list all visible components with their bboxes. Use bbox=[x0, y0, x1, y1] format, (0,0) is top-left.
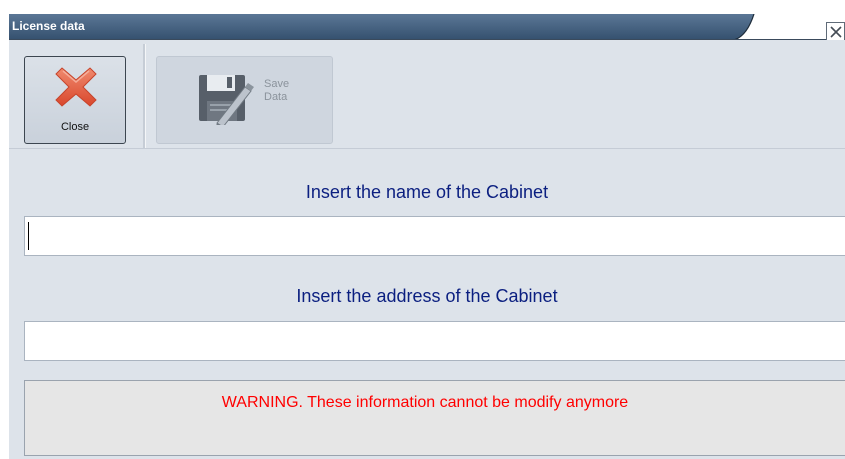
window-title: License data bbox=[12, 19, 85, 33]
cabinet-name-heading: Insert the name of the Cabinet bbox=[305, 182, 549, 202]
cabinet-address-heading: Insert the address of the Cabinet bbox=[296, 286, 558, 306]
warning-panel: WARNING. These information cannot be mod… bbox=[24, 380, 845, 456]
close-x-icon bbox=[55, 67, 97, 107]
title-bar: License data bbox=[0, 0, 845, 41]
cabinet-name-input[interactable] bbox=[24, 216, 845, 256]
save-data-label: Save Data bbox=[264, 78, 290, 103]
window-close-icon bbox=[830, 26, 842, 38]
floppy-disk-pen-icon bbox=[199, 75, 254, 125]
left-border bbox=[0, 0, 9, 459]
toolbar: Close Save Data bbox=[9, 40, 845, 149]
warning-text: WARNING. These information cannot be mod… bbox=[221, 394, 629, 411]
save-data-button[interactable]: Save Data bbox=[156, 56, 333, 144]
text-caret bbox=[28, 222, 29, 250]
close-button[interactable]: Close bbox=[24, 56, 126, 144]
license-data-window: License data Close Save Data Insert the … bbox=[0, 0, 845, 459]
toolbar-separator bbox=[143, 44, 146, 148]
cabinet-address-input[interactable] bbox=[24, 321, 845, 361]
title-tab bbox=[9, 14, 769, 40]
close-button-label: Close bbox=[60, 121, 90, 133]
window-close-button[interactable] bbox=[826, 22, 845, 41]
